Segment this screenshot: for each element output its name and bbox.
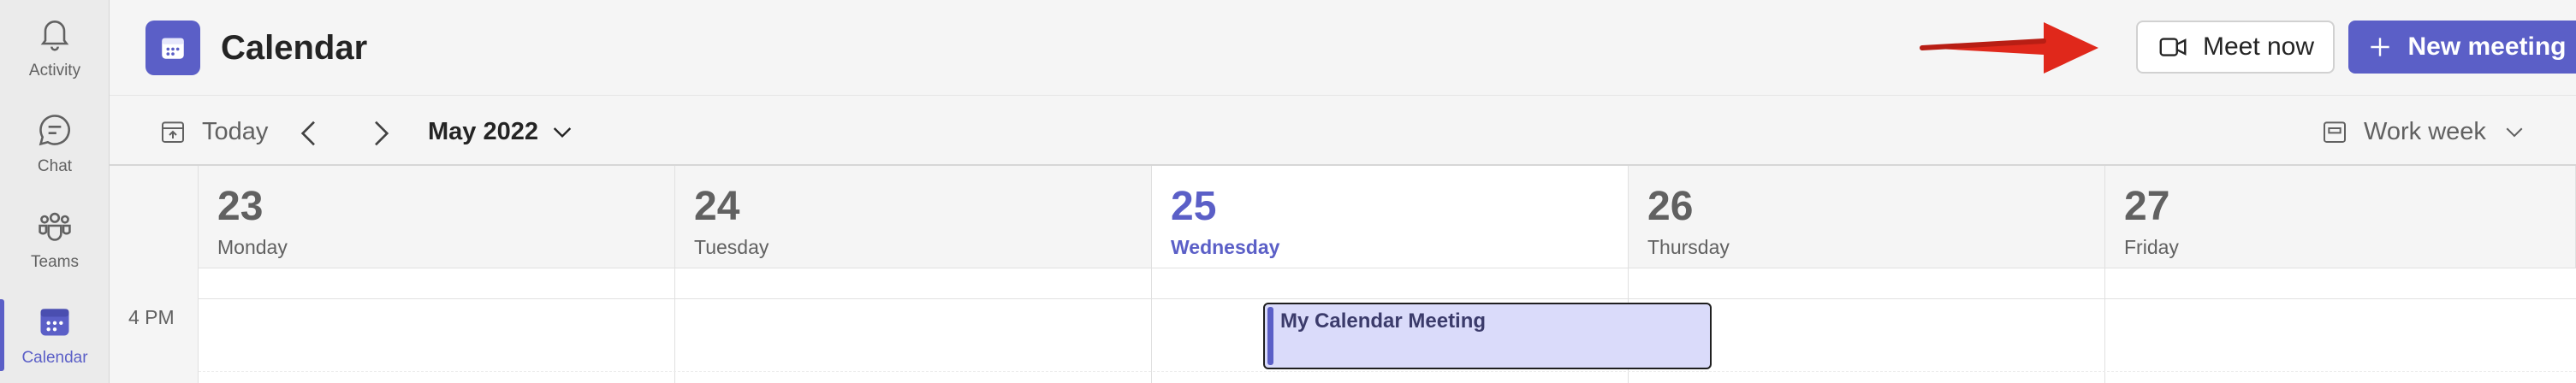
half-hour-line bbox=[199, 371, 2576, 372]
day-header-tuesday[interactable]: 24 Tuesday bbox=[675, 166, 1152, 268]
day-number: 25 bbox=[1171, 184, 1217, 229]
day-header-monday[interactable]: 23 Monday bbox=[199, 166, 675, 268]
calendar-header: Calendar Meet now New meeting bbox=[110, 0, 2576, 96]
day-name: Wednesday bbox=[1171, 236, 1280, 258]
today-label: Today bbox=[202, 117, 269, 145]
rail-item-label: Activity bbox=[28, 62, 81, 80]
day-name: Friday bbox=[2124, 236, 2179, 258]
new-meeting-button[interactable]: New meeting bbox=[2348, 21, 2576, 74]
calendar-grid: 4 PM 23 Monday 24 Tuesday 25 Wednesday 2… bbox=[110, 166, 2576, 383]
column-divider bbox=[1151, 268, 1152, 383]
rail-item-calendar[interactable]: Calendar bbox=[0, 287, 110, 383]
event-title: My Calendar Meeting bbox=[1280, 309, 1487, 333]
day-number: 27 bbox=[2124, 184, 2170, 229]
rail-item-activity[interactable]: Activity bbox=[0, 0, 110, 96]
today-button[interactable]: Today bbox=[159, 115, 268, 149]
bell-icon bbox=[40, 21, 69, 51]
day-header-friday[interactable]: 27 Friday bbox=[2105, 166, 2576, 268]
meet-now-label: Meet now bbox=[2202, 32, 2315, 61]
red-arrow-icon bbox=[1920, 22, 2098, 74]
column-divider bbox=[2104, 268, 2105, 383]
app-rail: Activity Chat Teams Calendar bbox=[0, 0, 110, 383]
calendar-icon bbox=[162, 38, 184, 59]
rail-item-chat[interactable]: Chat bbox=[0, 96, 110, 192]
rail-item-label: Teams bbox=[31, 253, 79, 271]
calendar-event[interactable]: My Calendar Meeting bbox=[1263, 303, 1712, 369]
plus-icon bbox=[2371, 38, 2390, 56]
rail-item-label: Calendar bbox=[21, 349, 88, 367]
day-name: Monday bbox=[217, 236, 288, 258]
day-header-wednesday[interactable]: 25 Wednesday bbox=[1152, 166, 1629, 268]
day-number: 24 bbox=[694, 184, 740, 229]
month-picker[interactable]: May 2022 bbox=[428, 115, 576, 149]
chat-icon bbox=[39, 115, 70, 146]
time-label: 4 PM bbox=[128, 306, 175, 328]
time-gutter: 4 PM bbox=[110, 166, 199, 383]
day-number: 26 bbox=[1647, 184, 1694, 229]
chevron-left-icon[interactable] bbox=[293, 116, 327, 150]
teams-icon bbox=[39, 212, 71, 241]
day-name: Thursday bbox=[1647, 236, 1730, 258]
new-meeting-label: New meeting bbox=[2407, 32, 2567, 61]
rail-item-label: Chat bbox=[37, 157, 73, 175]
month-label: May 2022 bbox=[428, 117, 538, 145]
video-camera-icon bbox=[2159, 38, 2187, 56]
meet-now-button[interactable]: Meet now bbox=[2136, 21, 2335, 74]
calendar-icon bbox=[40, 309, 69, 336]
calendar-app-icon bbox=[145, 21, 200, 75]
all-day-row[interactable] bbox=[199, 268, 2576, 299]
page-title: Calendar bbox=[221, 29, 368, 67]
chevron-right-icon[interactable] bbox=[363, 116, 397, 150]
work-week-icon bbox=[2324, 121, 2346, 143]
day-header-thursday[interactable]: 26 Thursday bbox=[1629, 166, 2105, 268]
day-number: 23 bbox=[217, 184, 264, 229]
column-divider bbox=[674, 268, 675, 383]
view-label: Work week bbox=[2364, 117, 2486, 145]
day-name: Tuesday bbox=[694, 236, 769, 258]
rail-item-teams[interactable]: Teams bbox=[0, 192, 110, 287]
chevron-down-icon bbox=[2506, 127, 2523, 138]
view-switcher[interactable]: Work week bbox=[2321, 115, 2527, 149]
calendar-toolbar: Today May 2022 Work week bbox=[110, 96, 2576, 166]
calendar-today-icon bbox=[162, 121, 184, 143]
chevron-down-icon bbox=[553, 127, 572, 138]
